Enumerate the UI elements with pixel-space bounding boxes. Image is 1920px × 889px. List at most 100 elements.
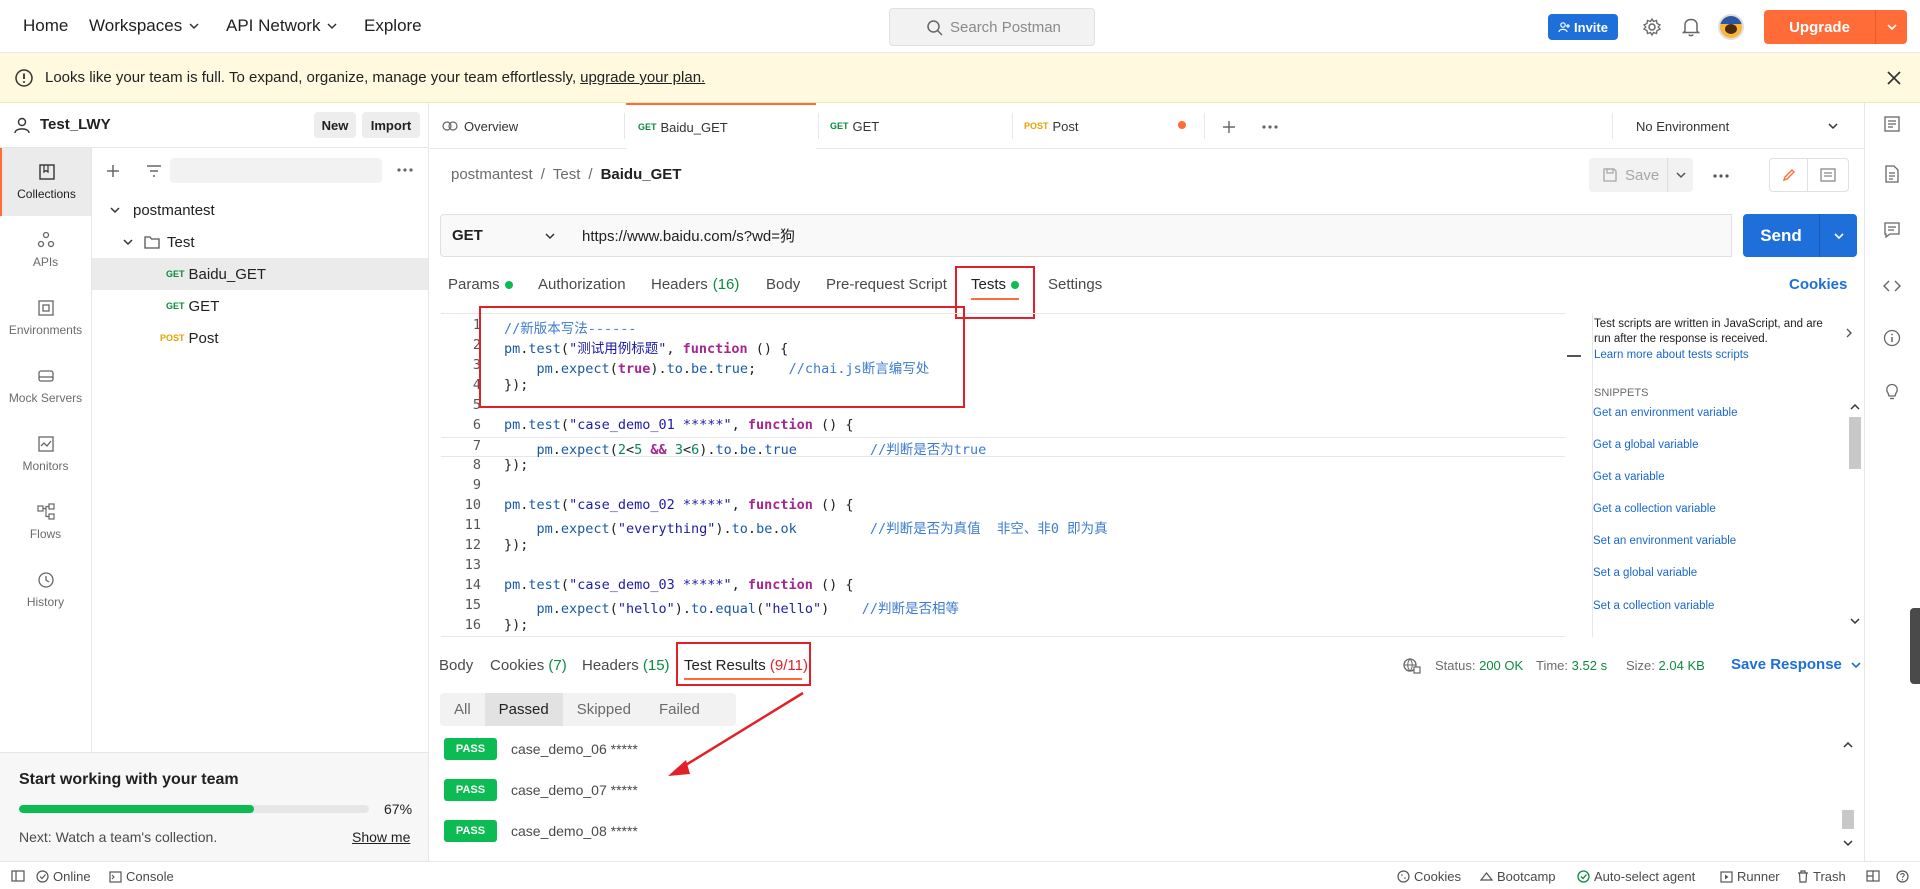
breadcrumb-collection[interactable]: postmantest [451, 166, 533, 183]
bootcamp-button[interactable]: Bootcamp [1480, 869, 1556, 884]
plus-icon[interactable] [1222, 120, 1236, 134]
tab-body[interactable]: Body [766, 276, 800, 293]
scroll-thumb[interactable] [1842, 810, 1854, 829]
snippet-item[interactable]: Set an environment variable [1593, 535, 1736, 547]
response-tab-headers[interactable]: Headers (15) [582, 657, 670, 674]
chevron-up-icon[interactable] [1849, 401, 1861, 413]
help-icon[interactable] [1896, 870, 1909, 883]
sidebar-search-input[interactable] [170, 158, 382, 183]
search-input[interactable]: Search Postman [889, 8, 1095, 46]
tab-post[interactable]: POST Post [1012, 103, 1204, 149]
trash-button[interactable]: Trash [1797, 869, 1846, 884]
chevron-down-icon[interactable] [1675, 169, 1687, 181]
bell-icon[interactable] [1682, 17, 1700, 37]
tree-request-item[interactable]: GET GET [92, 290, 428, 322]
tab-baidu-get[interactable]: GET Baidu_GET [626, 103, 816, 149]
chevron-down-icon[interactable] [1849, 615, 1861, 627]
invite-button[interactable]: Invite [1548, 14, 1618, 40]
agent-select[interactable]: Auto-select agent [1577, 869, 1695, 884]
nav-explore[interactable]: Explore [364, 16, 422, 36]
snippet-item[interactable]: Get an environment variable [1593, 407, 1737, 419]
size-value[interactable]: 2.04 KB [1659, 658, 1705, 673]
method-select[interactable]: GET [440, 214, 569, 257]
new-button[interactable]: New [314, 112, 356, 138]
chevron-right-icon[interactable] [1845, 327, 1853, 339]
console-button[interactable]: Console [109, 869, 174, 884]
edit-mode-button[interactable] [1770, 159, 1808, 191]
show-me-link[interactable]: Show me [352, 829, 410, 845]
snippet-item[interactable]: Get a variable [1593, 471, 1665, 483]
url-input[interactable]: https://www.baidu.com/s?wd=狗 [568, 214, 1732, 257]
info-icon[interactable] [1883, 329, 1901, 347]
chevron-up-icon[interactable] [1842, 739, 1854, 751]
nav-home[interactable]: Home [23, 16, 68, 36]
nav-workspaces[interactable]: Workspaces [89, 16, 200, 36]
layout-icon[interactable] [1866, 870, 1880, 882]
close-icon[interactable] [1886, 70, 1902, 86]
environment-select[interactable]: No Environment [1613, 103, 1864, 149]
network-icon[interactable] [1403, 658, 1421, 674]
rail-item-monitors[interactable]: Monitors [0, 420, 91, 488]
workspace-name[interactable]: Test_LWY [40, 116, 111, 133]
cookies-link[interactable]: Cookies [1789, 276, 1847, 293]
save-response-button[interactable]: Save Response [1731, 656, 1862, 673]
scroll-thumb[interactable] [1849, 417, 1861, 469]
tree-collection[interactable]: postmantest [92, 194, 428, 226]
filter-skipped[interactable]: Skipped [563, 693, 645, 726]
send-dropdown[interactable] [1820, 230, 1857, 242]
tab-get[interactable]: GET GET [818, 103, 1014, 149]
learn-more-link[interactable]: Learn more about tests scripts [1594, 349, 1749, 361]
code-icon[interactable] [1883, 277, 1901, 295]
more-icon[interactable] [397, 168, 413, 172]
tab-params[interactable]: Params [448, 276, 513, 293]
filter-passed[interactable]: Passed [484, 693, 563, 726]
save-button[interactable]: Save [1589, 158, 1693, 192]
floating-widget[interactable] [1910, 608, 1920, 684]
upgrade-button[interactable]: Upgrade [1764, 10, 1907, 44]
online-status[interactable]: Online [36, 869, 91, 884]
more-icon[interactable] [1262, 125, 1278, 129]
filter-all[interactable]: All [440, 693, 485, 726]
tab-settings[interactable]: Settings [1048, 276, 1102, 293]
rail-item-flows[interactable]: Flows [0, 488, 91, 556]
rail-item-collections[interactable]: Collections [0, 148, 91, 216]
tree-folder[interactable]: Test [92, 226, 428, 258]
upgrade-plan-link[interactable]: upgrade your plan. [580, 69, 705, 86]
response-tab-body[interactable]: Body [439, 657, 473, 674]
nav-api-network[interactable]: API Network [226, 16, 338, 36]
comment-mode-button[interactable] [1808, 159, 1848, 191]
lightbulb-icon[interactable] [1883, 383, 1901, 401]
import-button[interactable]: Import [362, 112, 420, 138]
tab-overview[interactable]: Overview [430, 103, 626, 149]
environment-quicklook-icon[interactable] [1883, 115, 1901, 133]
comments-icon[interactable] [1883, 221, 1901, 239]
avatar[interactable] [1718, 14, 1744, 40]
rail-item-mock-servers[interactable]: Mock Servers [0, 352, 91, 420]
breadcrumb-folder[interactable]: Test [553, 166, 581, 183]
tab-headers[interactable]: Headers (16) [651, 276, 739, 293]
tab-authorization[interactable]: Authorization [538, 276, 626, 293]
runner-button[interactable]: Runner [1720, 869, 1780, 884]
tree-request-item[interactable]: GET Baidu_GET [92, 258, 428, 290]
tab-pre-request-script[interactable]: Pre-request Script [826, 276, 947, 293]
filter-icon[interactable] [146, 165, 162, 177]
breadcrumb-request[interactable]: Baidu_GET [601, 166, 682, 183]
tree-request-item[interactable]: POST Post [92, 322, 428, 354]
snippet-item[interactable]: Get a global variable [1593, 439, 1698, 451]
upgrade-dropdown[interactable] [1876, 21, 1907, 33]
snippets-scrollbar[interactable] [1847, 401, 1863, 631]
rail-item-environments[interactable]: Environments [0, 284, 91, 352]
time-value[interactable]: 3.52 s [1572, 658, 1607, 673]
response-tab-cookies[interactable]: Cookies (7) [490, 657, 567, 674]
gear-icon[interactable] [1642, 17, 1662, 37]
footer-cookies-button[interactable]: Cookies [1397, 869, 1461, 884]
status-value[interactable]: 200 OK [1479, 658, 1523, 673]
rail-item-apis[interactable]: APIs [0, 216, 91, 284]
results-scrollbar[interactable] [1840, 739, 1856, 851]
snippet-item[interactable]: Set a collection variable [1593, 600, 1714, 612]
rail-item-history[interactable]: History [0, 556, 91, 624]
plus-icon[interactable] [106, 164, 120, 178]
sidebar-toggle-icon[interactable] [11, 870, 25, 882]
chevron-down-icon[interactable] [1842, 837, 1854, 849]
send-button[interactable]: Send [1743, 214, 1857, 257]
